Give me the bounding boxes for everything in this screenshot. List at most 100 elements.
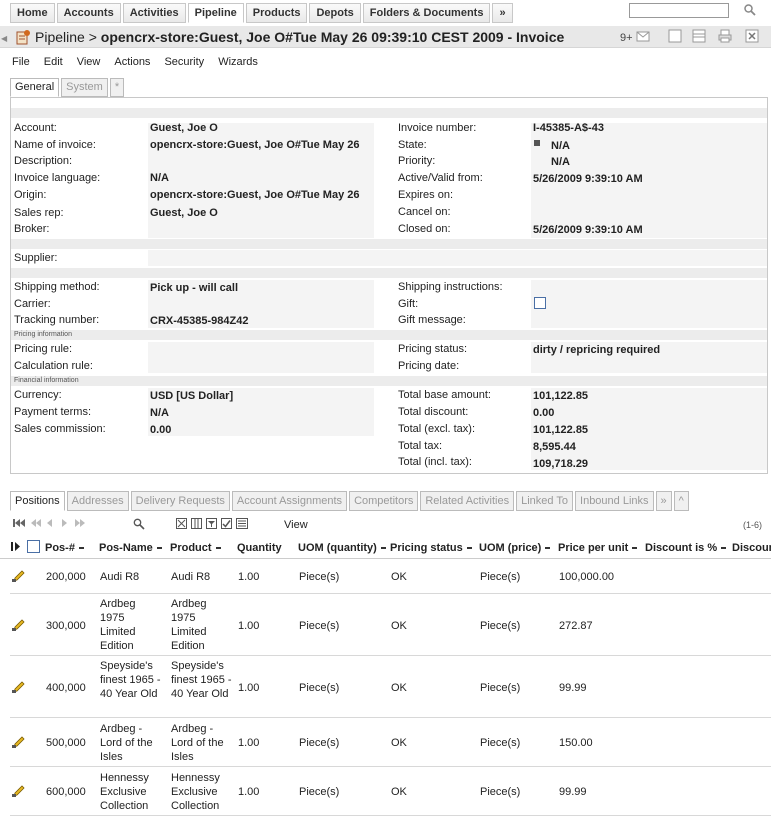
col-quantity[interactable]: Quantity: [237, 542, 282, 554]
cell-pos-name[interactable]: Ardbeg 1975 Limited Edition: [100, 597, 162, 653]
nav-tab-depots[interactable]: Depots: [309, 3, 361, 23]
supplier-value-bg: [148, 250, 767, 266]
tab-system[interactable]: System: [61, 78, 108, 97]
columns-icon[interactable]: [191, 518, 202, 532]
cancel-on-label: Cancel on:: [398, 206, 451, 218]
col-pricing-status-label: Pricing status: [390, 542, 463, 554]
table-row[interactable]: 500,000 Ardbeg - Lord of the Isles Ardbe…: [10, 719, 771, 767]
tab-more[interactable]: »: [655, 491, 672, 511]
pricing-status-label: Pricing status:: [398, 343, 468, 355]
nav-tab-pipeline[interactable]: Pipeline: [187, 3, 244, 23]
cell-pos-name[interactable]: Speyside's finest 1965 - 40 Year Old: [100, 659, 162, 701]
object-title-bar: ◀ Pipeline > opencrx-store:Guest, Joe O#…: [0, 26, 771, 48]
cell-pos-name[interactable]: Audi R8: [100, 570, 162, 584]
nav-tab-products[interactable]: Products: [245, 3, 308, 23]
sales-rep-value[interactable]: Guest, Joe O: [150, 207, 218, 219]
toggle-column-icon[interactable]: [11, 541, 22, 555]
col-pos[interactable]: Pos-#: [45, 542, 84, 554]
table-row[interactable]: 300,000 Ardbeg 1975 Limited Edition Ardb…: [10, 595, 771, 656]
next-page-icon[interactable]: [60, 518, 68, 531]
table-row[interactable]: 600,000 Hennessy Exclusive Collection He…: [10, 768, 771, 816]
close-icon[interactable]: [745, 29, 759, 43]
mail-icon[interactable]: [636, 29, 650, 43]
cell-quantity: 1.00: [238, 620, 260, 632]
shipping-instructions-label: Shipping instructions:: [398, 281, 503, 293]
edit-pencil-icon[interactable]: [12, 681, 26, 693]
cell-uom: Piece(s): [299, 620, 340, 632]
table-row[interactable]: 400,000 Speyside's finest 1965 - 40 Year…: [10, 657, 771, 718]
col-product[interactable]: Product: [170, 542, 221, 554]
tab-account-assignments[interactable]: Account Assignments: [231, 491, 348, 511]
tab-related-activities[interactable]: Related Activities: [420, 491, 515, 511]
closed-on-label: Closed on:: [398, 223, 451, 235]
clear-filter-icon[interactable]: [176, 518, 187, 532]
cell-product[interactable]: Ardbeg 1975 Limited Edition: [171, 597, 233, 653]
cell-pos-name[interactable]: Hennessy Exclusive Collection: [100, 771, 162, 813]
select-all-checkbox[interactable]: [27, 540, 40, 556]
previous-page-icon[interactable]: [46, 518, 54, 531]
tab-all[interactable]: *: [109, 78, 125, 97]
tab-inbound-links[interactable]: Inbound Links: [575, 491, 654, 511]
account-value[interactable]: Guest, Joe O: [150, 122, 218, 134]
edit-pencil-icon[interactable]: [12, 619, 26, 631]
nav-tab-more[interactable]: »: [492, 3, 513, 23]
col-price-per-unit[interactable]: Price per unit: [558, 542, 638, 554]
nav-tab-folders-documents[interactable]: Folders & Documents: [362, 3, 491, 23]
breadcrumb-module[interactable]: Pipeline: [35, 29, 85, 45]
collapse-arrow-icon[interactable]: ◀: [1, 34, 7, 44]
gift-checkbox[interactable]: [534, 297, 546, 309]
menu-view[interactable]: View: [77, 56, 101, 68]
first-page-icon[interactable]: [13, 518, 25, 531]
edit-pencil-icon[interactable]: [12, 736, 26, 748]
cell-product[interactable]: Hennessy Exclusive Collection: [171, 771, 233, 813]
menu-edit[interactable]: Edit: [44, 56, 63, 68]
print-icon[interactable]: [718, 29, 732, 43]
table-row[interactable]: 200,000 Audi R8 Audi R8 1.00 Piece(s) OK…: [10, 560, 771, 594]
menu-security[interactable]: Security: [164, 56, 204, 68]
nav-tab-home[interactable]: Home: [10, 3, 55, 23]
filter-icon[interactable]: [206, 518, 217, 532]
closed-on-value: 5/26/2009 9:39:10 AM: [533, 224, 643, 236]
fast-forward-icon[interactable]: [74, 518, 86, 531]
cell-product[interactable]: Audi R8: [171, 570, 233, 584]
check-all-icon[interactable]: [221, 518, 232, 532]
cell-pos-name[interactable]: Ardbeg - Lord of the Isles: [100, 722, 162, 764]
search-icon[interactable]: [133, 518, 145, 533]
tab-addresses[interactable]: Addresses: [66, 491, 129, 511]
col-discount[interactable]: Discoun: [732, 542, 771, 554]
cell-product[interactable]: Ardbeg - Lord of the Isles: [171, 722, 233, 764]
total-tax-label: Total tax:: [398, 440, 443, 452]
nav-tab-accounts[interactable]: Accounts: [56, 3, 121, 23]
col-pos-name[interactable]: Pos-Name: [99, 542, 162, 554]
col-uom-price[interactable]: UOM (price): [479, 542, 551, 554]
search-input[interactable]: [629, 3, 729, 18]
sort-icon: [632, 547, 638, 550]
edit-pencil-icon[interactable]: [12, 785, 26, 797]
state-value: N/A: [551, 140, 570, 152]
tab-general[interactable]: General: [10, 78, 60, 97]
col-pricing-status[interactable]: Pricing status: [390, 542, 472, 554]
window-icon[interactable]: [668, 29, 682, 43]
edit-pencil-icon[interactable]: [12, 570, 26, 582]
tab-delivery-requests[interactable]: Delivery Requests: [130, 491, 230, 511]
col-discount-is-pct[interactable]: Discount is %: [645, 542, 727, 554]
search-icon[interactable]: [743, 3, 757, 17]
cell-product[interactable]: Speyside's finest 1965 - 40 Year Old: [171, 659, 233, 701]
fast-back-icon[interactable]: [30, 518, 42, 531]
menu-file[interactable]: File: [12, 56, 30, 68]
view-menu[interactable]: View: [284, 519, 308, 531]
pricing-section-header: [11, 330, 767, 340]
tab-competitors[interactable]: Competitors: [349, 491, 419, 511]
menu-actions[interactable]: Actions: [114, 56, 150, 68]
menu-wizards[interactable]: Wizards: [218, 56, 258, 68]
layout-icon[interactable]: [692, 29, 706, 43]
tab-collapse[interactable]: ^: [673, 491, 689, 511]
tab-linked-to[interactable]: Linked To: [516, 491, 574, 511]
col-uom-quantity[interactable]: UOM (quantity): [298, 542, 386, 554]
origin-value[interactable]: opencrx-store:Guest, Joe O#Tue May 26: [150, 189, 359, 201]
sales-commission-label: Sales commission:: [14, 423, 106, 435]
list-view-icon[interactable]: [236, 518, 248, 532]
tab-positions[interactable]: Positions: [10, 491, 65, 511]
nav-tab-activities[interactable]: Activities: [122, 3, 186, 23]
sort-icon: [545, 547, 551, 550]
